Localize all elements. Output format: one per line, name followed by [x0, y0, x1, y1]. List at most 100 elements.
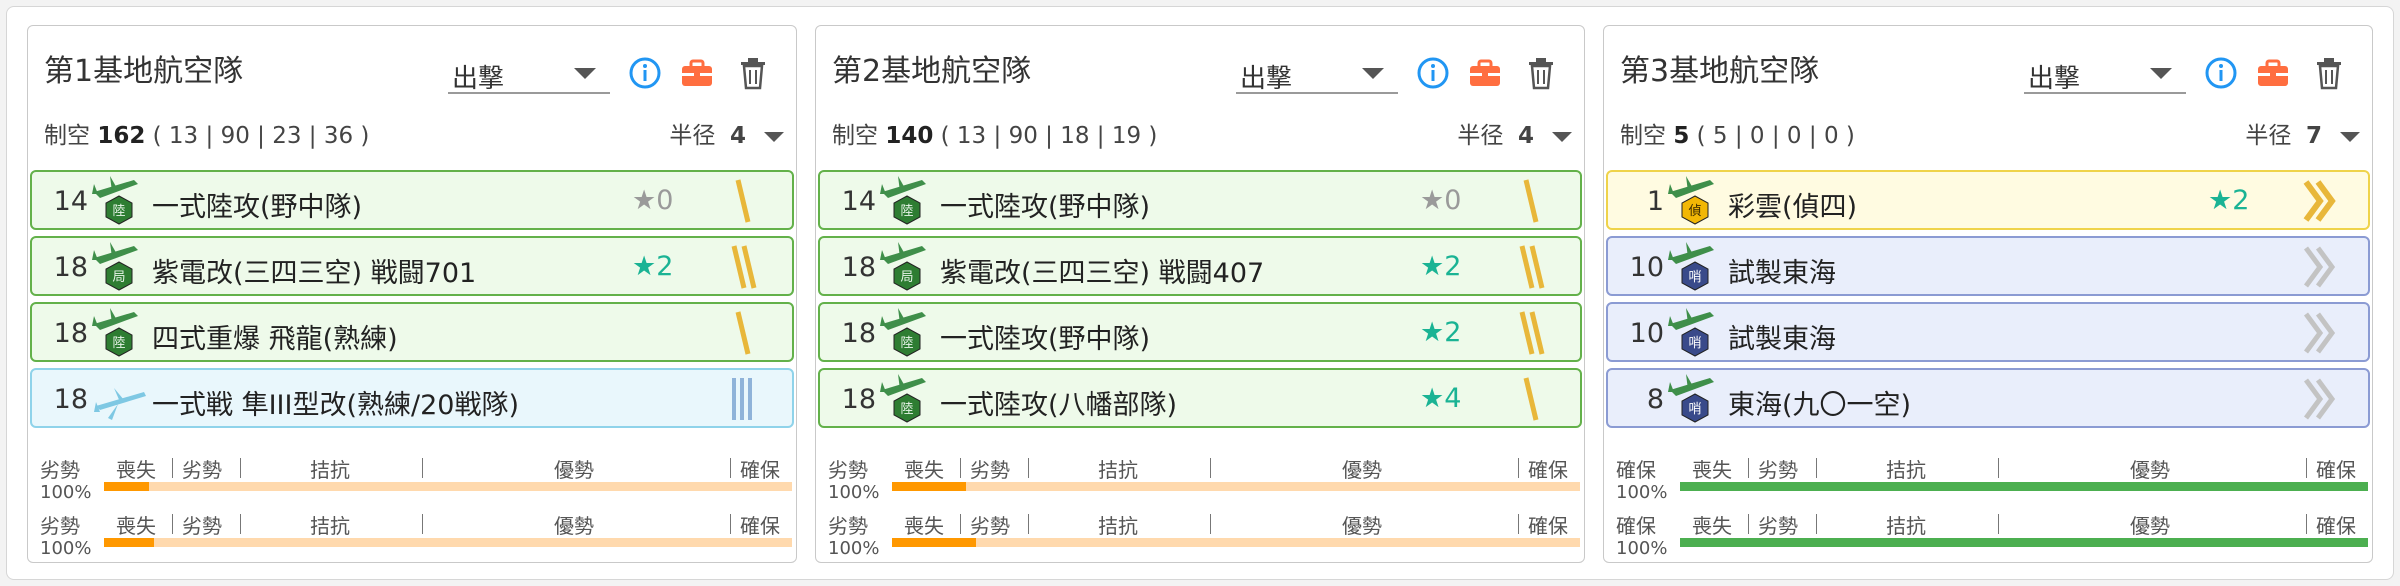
radius-label: 半径 — [669, 123, 716, 149]
plane-count[interactable]: 1 — [1608, 186, 1664, 217]
chevron-down-icon — [1362, 68, 1384, 79]
plane-count[interactable]: 8 — [1608, 384, 1664, 415]
scale-divider — [1998, 514, 1999, 534]
improvement-level[interactable]: ★2 — [2208, 185, 2249, 216]
squadron-row[interactable]: 18 陸 一式陸攻(野中隊) ★2 — [818, 302, 1582, 362]
air-state-fill — [1680, 482, 2368, 491]
trash-icon[interactable] — [2312, 56, 2346, 90]
improvement-level[interactable]: ★2 — [1420, 317, 1461, 348]
improvement-level[interactable]: ★0 — [632, 185, 673, 216]
trash-icon[interactable] — [736, 56, 770, 90]
mode-select[interactable]: 出撃 — [448, 48, 610, 94]
attacker-plane-icon: 陸 — [90, 306, 150, 362]
plane-name[interactable]: 四式重爆 飛龍(熟練) — [152, 317, 398, 356]
scale-divider — [1748, 514, 1749, 534]
air-power-summary: 制空 162 ( 13 | 90 | 23 | 36 ) 半径 4 — [44, 118, 784, 154]
plane-name[interactable]: 一式戦 隼III型改(熟練/20戦隊) — [152, 383, 519, 422]
squadron-row[interactable]: 14 陸 一式陸攻(野中隊) ★0 — [818, 170, 1582, 230]
plane-name[interactable]: 一式陸攻(野中隊) — [152, 185, 362, 224]
air-state-percent: 100% — [40, 538, 92, 559]
scale-divider — [960, 458, 961, 478]
squadron-list: 14 陸一式陸攻(野中隊) ★0 18 局紫電改(三四三空) 戦闘407 ★2 18 陸一式陸… — [818, 170, 1582, 434]
mode-select-value: 出撃 — [1240, 64, 1293, 94]
proficiency-icon[interactable] — [724, 176, 764, 226]
mode-select-value: 出撃 — [2028, 64, 2081, 94]
proficiency-icon[interactable] — [1512, 374, 1552, 424]
proficiency-icon[interactable] — [2300, 308, 2340, 358]
base-air-corps-panel-2: 第2基地航空隊 出撃 制空 140 ( 13 | 90 | 18 | 19 ) 半径 … — [815, 25, 1585, 563]
squadron-row[interactable]: 18 一式戦 隼III型改(熟練/20戦隊) — [30, 368, 794, 428]
air-state-scale: 確保 喪失 劣勢 拮抗 優勢 確保 — [1616, 454, 2364, 482]
toolbox-icon[interactable] — [680, 56, 714, 90]
info-icon[interactable] — [1416, 56, 1450, 90]
plane-name[interactable]: 試製東海 — [1728, 317, 1836, 356]
plane-count[interactable]: 18 — [32, 384, 88, 415]
air-power-value: 5 — [1673, 123, 1690, 149]
proficiency-icon[interactable] — [1512, 308, 1552, 358]
plane-name[interactable]: 試製東海 — [1728, 251, 1836, 290]
improvement-level[interactable]: ★4 — [1420, 383, 1461, 414]
squadron-row[interactable]: 10 哨 試製東海 — [1606, 302, 2370, 362]
improvement-level[interactable]: ★2 — [632, 251, 673, 282]
chevron-down-icon — [1552, 131, 1572, 142]
squadron-row[interactable]: 8 哨 東海(九〇一空) — [1606, 368, 2370, 428]
plane-count[interactable]: 18 — [820, 384, 876, 415]
scale-divider — [172, 458, 173, 478]
squadron-row[interactable]: 14 陸 一式陸攻(野中隊) ★0 — [30, 170, 794, 230]
base-air-corps-panel-3: 第3基地航空隊 出撃 制空 5 ( 5 | 0 | 0 | 0 ) 半径 7 1 偵 彩雲(… — [1603, 25, 2373, 563]
radius-select[interactable]: 半径 4 — [1457, 118, 1572, 154]
plane-count[interactable]: 18 — [820, 252, 876, 283]
squadron-row[interactable]: 10 哨 試製東海 — [1606, 236, 2370, 296]
plane-count[interactable]: 18 — [820, 318, 876, 349]
svg-text:陸: 陸 — [112, 203, 125, 219]
trash-icon[interactable] — [1524, 56, 1558, 90]
toolbox-icon[interactable] — [2256, 56, 2290, 90]
plane-count[interactable]: 14 — [32, 186, 88, 217]
radius-select[interactable]: 半径 4 — [669, 118, 784, 154]
plane-name[interactable]: 一式陸攻(野中隊) — [940, 317, 1150, 356]
plane-name[interactable]: 東海(九〇一空) — [1728, 383, 1911, 422]
proficiency-icon[interactable] — [1512, 242, 1552, 292]
air-state-track — [892, 538, 1580, 547]
info-icon[interactable] — [628, 56, 662, 90]
radius-select[interactable]: 半径 7 — [2245, 118, 2360, 154]
mode-select[interactable]: 出撃 — [1236, 48, 1398, 94]
plane-count[interactable]: 10 — [1608, 318, 1664, 349]
plane-name[interactable]: 一式陸攻(八幡部隊) — [940, 383, 1177, 422]
mode-select-value: 出撃 — [452, 64, 505, 94]
improvement-level[interactable]: ★2 — [1420, 251, 1461, 282]
scale-label-inferior: 劣勢 — [970, 458, 1010, 482]
plane-name[interactable]: 紫電改(三四三空) 戦闘407 — [940, 251, 1264, 290]
plane-name[interactable]: 彩雲(偵四) — [1728, 185, 1857, 224]
squadron-row[interactable]: 18 局 紫電改(三四三空) 戦闘407 ★2 — [818, 236, 1582, 296]
attacker-plane-icon: 局 — [878, 240, 938, 296]
squadron-row[interactable]: 18 陸 一式陸攻(八幡部隊) ★4 — [818, 368, 1582, 428]
info-icon[interactable] — [2204, 56, 2238, 90]
patrol-plane-icon: 哨 — [1666, 306, 1726, 362]
chevron-down-icon — [574, 68, 596, 79]
proficiency-icon[interactable] — [2300, 374, 2340, 424]
plane-count[interactable]: 14 — [820, 186, 876, 217]
proficiency-icon[interactable] — [2300, 176, 2340, 226]
squadron-row[interactable]: 18 陸 四式重爆 飛龍(熟練) — [30, 302, 794, 362]
plane-count[interactable]: 18 — [32, 318, 88, 349]
plane-count[interactable]: 10 — [1608, 252, 1664, 283]
plane-count[interactable]: 18 — [32, 252, 88, 283]
plane-name[interactable]: 紫電改(三四三空) 戦闘701 — [152, 251, 476, 290]
toolbox-icon[interactable] — [1468, 56, 1502, 90]
proficiency-icon[interactable] — [2300, 242, 2340, 292]
proficiency-icon[interactable] — [724, 374, 764, 424]
proficiency-icon[interactable] — [1512, 176, 1552, 226]
scale-divider — [1998, 458, 1999, 478]
squadron-row[interactable]: 18 局 紫電改(三四三空) 戦闘701 ★2 — [30, 236, 794, 296]
chevron-down-icon — [2340, 131, 2360, 142]
plane-name[interactable]: 一式陸攻(野中隊) — [940, 185, 1150, 224]
improvement-level[interactable]: ★0 — [1420, 185, 1461, 216]
squadron-list: 14 陸一式陸攻(野中隊) ★0 18 局紫電改(三四三空) 戦闘701 ★2 18 陸四式重… — [30, 170, 794, 434]
squadron-row[interactable]: 1 偵 彩雲(偵四) ★2 — [1606, 170, 2370, 230]
mode-select[interactable]: 出撃 — [2024, 48, 2186, 94]
proficiency-icon[interactable] — [724, 308, 764, 358]
svg-text:局: 局 — [900, 270, 913, 285]
proficiency-icon[interactable] — [724, 242, 764, 292]
scale-divider — [1028, 458, 1029, 478]
